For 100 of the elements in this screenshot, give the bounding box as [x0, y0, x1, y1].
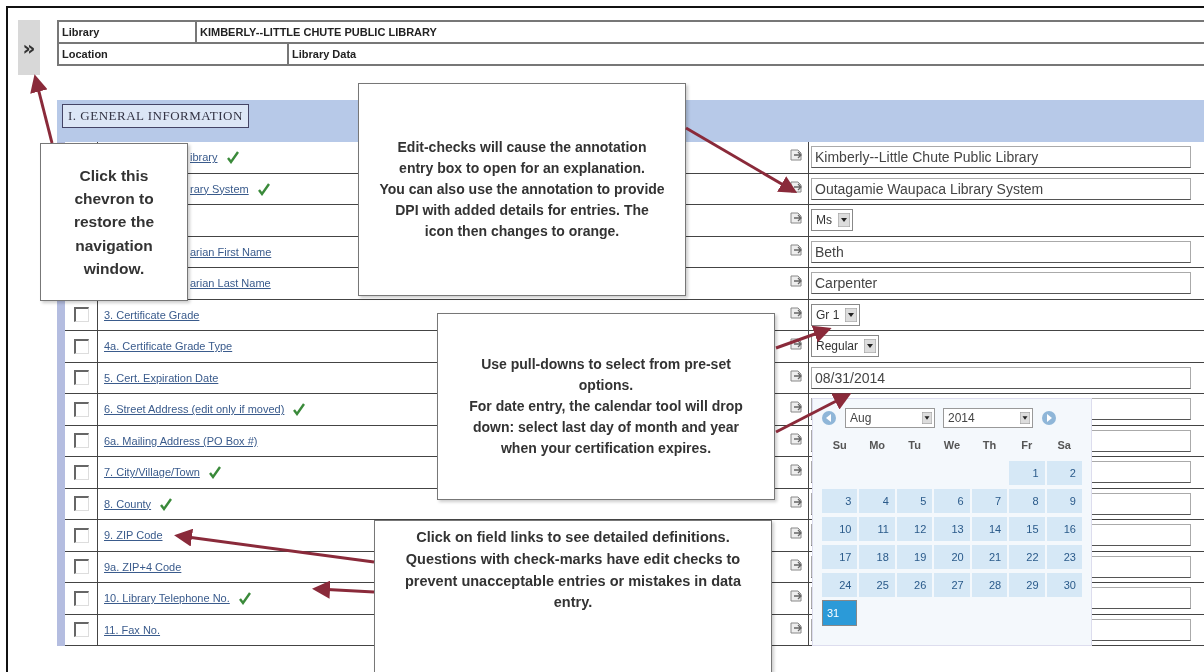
calendar-day[interactable]: 22 [1009, 545, 1045, 569]
checkbox[interactable] [74, 307, 89, 323]
note-icon[interactable] [789, 494, 803, 509]
calendar-day[interactable]: 31 [822, 600, 858, 626]
note-icon[interactable] [789, 274, 803, 289]
calendar-day[interactable]: 27 [934, 573, 970, 597]
calendar-day[interactable]: 24 [822, 573, 858, 597]
text-field[interactable]: Beth [811, 240, 1191, 263]
dropdown[interactable]: Ms [811, 209, 853, 232]
checkbox[interactable] [74, 496, 89, 512]
calendar-day[interactable]: 14 [971, 517, 1008, 541]
arrow [312, 580, 375, 599]
field-link[interactable]: 6a. Mailing Address (PO Box #) [104, 434, 258, 447]
calendar-day[interactable]: 30 [1046, 573, 1082, 597]
note-icon[interactable] [789, 305, 803, 320]
expand-button[interactable]: » [18, 20, 40, 75]
calendar-day[interactable]: 12 [896, 517, 933, 541]
field-link[interactable]: 3. Certificate Grade [104, 308, 200, 321]
calendar-day[interactable]: 5 [896, 489, 933, 513]
callout-text: For date entry, the calendar tool will drop down: select last day of month and year when your certification expires. [468, 397, 744, 458]
note-icon[interactable] [789, 463, 803, 478]
weekday-label: Mo [868, 439, 887, 451]
calendar-day[interactable]: 21 [971, 545, 1008, 569]
weekday-label: We [942, 439, 962, 451]
callout-text: Use pull-downs to select from pre-set options. [480, 355, 732, 395]
month-dropdown[interactable]: Aug [845, 408, 935, 428]
calendar-day[interactable]: 13 [934, 517, 970, 541]
field-link[interactable]: 8. County [104, 497, 152, 510]
calendar-day[interactable]: 16 [1046, 517, 1082, 541]
field-link[interactable]: arian First Name [190, 245, 272, 258]
weekday-label: Th [981, 439, 998, 451]
calendar-day[interactable]: 20 [934, 545, 970, 569]
field-link[interactable]: rary System [190, 182, 249, 195]
caret-icon [845, 307, 858, 322]
calendar-day[interactable]: 4 [859, 489, 895, 513]
checkbox[interactable] [74, 590, 89, 606]
calendar-day[interactable]: 18 [859, 545, 895, 569]
callout-text: Click this chevron to restore the navigation window. [72, 165, 156, 279]
note-icon[interactable] [789, 148, 803, 163]
text-field[interactable]: Carpenter [811, 272, 1191, 295]
section-title: I. GENERAL INFORMATION [62, 104, 249, 128]
calendar-day[interactable]: 29 [1009, 573, 1045, 597]
calendar-day[interactable]: 15 [1009, 517, 1045, 541]
calendar-day[interactable]: 7 [971, 489, 1008, 513]
calendar-day[interactable]: 8 [1009, 489, 1045, 513]
field-link[interactable]: 7. City/Village/Town [104, 466, 200, 479]
year-dropdown[interactable]: 2014 [943, 408, 1033, 428]
arrow [30, 74, 54, 144]
field-link[interactable]: 9a. ZIP+4 Code [104, 560, 182, 573]
note-icon[interactable] [789, 242, 803, 257]
checkbox[interactable] [74, 338, 89, 354]
dropdown[interactable]: Regular [811, 335, 880, 358]
field-link[interactable]: 10. Library Telephone No. [104, 592, 230, 605]
caret-icon [864, 339, 877, 354]
checkbox[interactable] [74, 464, 89, 480]
text-field[interactable]: 08/31/2014 [811, 366, 1191, 389]
field-link[interactable]: 9. ZIP Code [104, 529, 163, 542]
calendar-day[interactable]: 2 [1046, 461, 1082, 485]
note-icon[interactable] [789, 179, 803, 194]
calendar-day[interactable]: 19 [896, 545, 933, 569]
field-link[interactable]: 11. Fax No. [104, 623, 161, 636]
text-field[interactable]: Kimberly--Little Chute Public Library [811, 146, 1191, 169]
checkbox[interactable] [74, 622, 89, 638]
checkbox[interactable] [74, 370, 89, 386]
note-icon[interactable] [789, 557, 803, 572]
note-icon[interactable] [789, 526, 803, 541]
field-link[interactable]: 4a. Certificate Grade Type [104, 340, 233, 353]
calendar-day[interactable]: 26 [896, 573, 933, 597]
calendar-day[interactable]: 17 [822, 545, 858, 569]
calendar-day[interactable]: 9 [1046, 489, 1082, 513]
caret-icon [922, 412, 932, 424]
field-link[interactable]: 6. Street Address (edit only if moved) [104, 403, 285, 416]
callout-text: You can also use the annotation to provide DPI with added details for entries. The icon then changes to orange. [379, 180, 665, 241]
calendar-day[interactable]: 3 [822, 489, 858, 513]
field-link[interactable]: ibrary [190, 151, 218, 164]
field-label: Library [61, 25, 101, 40]
calendar-day[interactable]: 11 [859, 517, 895, 541]
calendar-day[interactable]: 25 [859, 573, 895, 597]
calendar-day[interactable]: 10 [822, 517, 858, 541]
note-icon[interactable] [789, 400, 803, 415]
note-icon[interactable] [789, 589, 803, 604]
note-icon[interactable] [789, 620, 803, 635]
checkbox[interactable] [74, 401, 89, 417]
dropdown[interactable]: Gr 1 [811, 303, 861, 326]
calendar-day[interactable]: 23 [1046, 545, 1082, 569]
calendar-day[interactable]: 6 [934, 489, 970, 513]
calendar-day[interactable]: 1 [1009, 461, 1045, 485]
text-field[interactable]: Outagamie Waupaca Library System [811, 177, 1191, 200]
note-icon[interactable] [789, 337, 803, 352]
note-icon[interactable] [789, 211, 803, 226]
note-icon[interactable] [789, 431, 803, 446]
caret-icon [838, 213, 850, 228]
callout-text: Edit-checks will cause the annotation entry box to open for an explanation. [396, 138, 648, 178]
field-link[interactable]: 5. Cert. Expiration Date [104, 371, 219, 384]
note-icon[interactable] [789, 368, 803, 383]
calendar-day[interactable]: 28 [971, 573, 1008, 597]
checkbox[interactable] [74, 527, 89, 543]
checkbox[interactable] [74, 433, 89, 449]
field-link[interactable]: arian Last Name [190, 277, 271, 290]
checkbox[interactable] [74, 559, 89, 575]
